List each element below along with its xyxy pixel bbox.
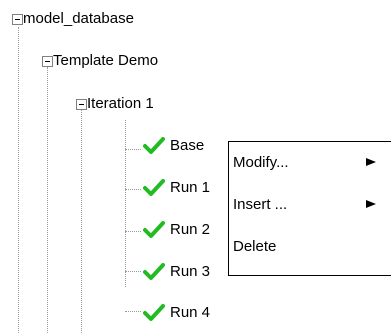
tree-node-label[interactable]: Run 1	[170, 178, 210, 198]
tree-connector	[81, 110, 82, 333]
collapse-toggle-icon[interactable]	[42, 56, 53, 67]
tree-connector	[125, 149, 141, 150]
tree-node-label[interactable]: model_database	[23, 9, 134, 29]
tree-node-label[interactable]: Base	[170, 136, 204, 156]
tree-connector	[125, 120, 126, 287]
tree-node-label[interactable]: Run 3	[170, 262, 210, 282]
submenu-arrow-icon	[365, 151, 377, 175]
menu-item-modify[interactable]: Modify...	[233, 151, 389, 175]
submenu-arrow-icon	[365, 193, 377, 217]
check-icon	[143, 179, 165, 197]
menu-item-delete[interactable]: Delete	[233, 235, 389, 259]
menu-item-insert[interactable]: Insert ...	[233, 193, 389, 217]
menu-item-label: Insert ...	[233, 196, 288, 213]
check-icon	[143, 263, 165, 281]
menu-item-label: Delete	[233, 238, 277, 255]
tree-connector	[18, 27, 19, 333]
tree-connector	[125, 231, 141, 232]
tree-connector	[125, 271, 141, 272]
tree-node-label[interactable]: Iteration 1	[87, 94, 154, 114]
check-icon	[143, 221, 165, 239]
tree-connector	[47, 67, 48, 333]
check-icon	[143, 304, 165, 322]
collapse-toggle-icon[interactable]	[12, 14, 23, 25]
check-icon	[143, 137, 165, 155]
collapse-toggle-icon[interactable]	[76, 99, 87, 110]
tree-connector	[125, 311, 141, 312]
tree-node-label[interactable]: Template Demo	[53, 51, 158, 71]
tree-node-label[interactable]: Run 2	[170, 220, 210, 240]
tree-node-label[interactable]: Run 4	[170, 303, 210, 323]
tree-connector	[125, 189, 141, 190]
menu-item-label: Modify...	[233, 154, 289, 171]
context-menu: Modify... Insert ... Delete	[228, 141, 391, 276]
